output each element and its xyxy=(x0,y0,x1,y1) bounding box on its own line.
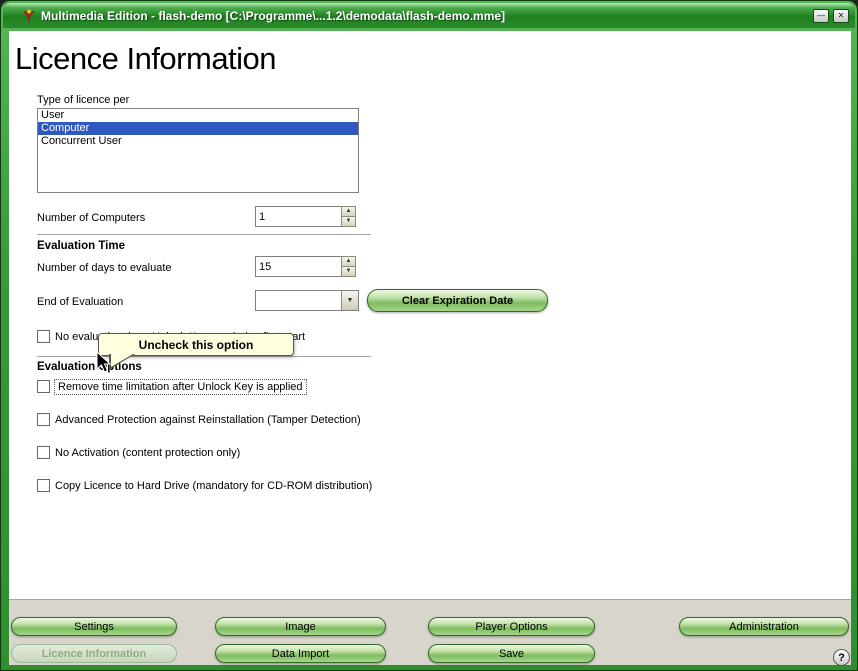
remove-time-limitation-row: Remove time limitation after Unlock Key … xyxy=(37,379,306,394)
copy-licence-label: Copy Licence to Hard Drive (mandatory fo… xyxy=(55,480,372,492)
tooltip-text: Uncheck this option xyxy=(139,338,254,352)
save-button[interactable]: Save xyxy=(428,644,595,663)
computers-spinner: ▲ ▼ xyxy=(341,206,356,227)
licence-type-listbox[interactable]: User Computer Concurrent User xyxy=(37,108,359,193)
days-spin-down-icon[interactable]: ▼ xyxy=(341,267,356,278)
computers-label: Number of Computers xyxy=(37,212,145,224)
no-activation-row: No Activation (content protection only) xyxy=(37,445,240,460)
section-divider xyxy=(37,356,371,357)
dropdown-arrow-icon[interactable]: ▼ xyxy=(341,291,358,310)
licence-type-option-concurrent-user[interactable]: Concurrent User xyxy=(38,135,358,148)
remove-time-limitation-label: Remove time limitation after Unlock Key … xyxy=(55,380,306,394)
footer-bar: Settings Image Player Options Administra… xyxy=(9,599,851,665)
computers-spin-up-icon[interactable]: ▲ xyxy=(341,206,356,217)
mouse-cursor-icon xyxy=(95,351,114,375)
app-window: Multimedia Edition - flash-demo [C:\Prog… xyxy=(0,0,858,671)
days-spin-up-icon[interactable]: ▲ xyxy=(341,256,356,267)
window-controls: — ✕ xyxy=(809,9,849,23)
app-icon xyxy=(21,8,37,24)
no-activation-label: No Activation (content protection only) xyxy=(55,447,240,459)
advanced-protection-row: Advanced Protection against Reinstallati… xyxy=(37,412,361,427)
settings-button[interactable]: Settings xyxy=(11,617,177,636)
end-of-evaluation-label: End of Evaluation xyxy=(37,296,123,308)
player-options-button[interactable]: Player Options xyxy=(428,617,595,636)
window-title: Multimedia Edition - flash-demo [C:\Prog… xyxy=(41,9,505,23)
days-input-group: ▲ ▼ xyxy=(255,256,356,277)
licence-information-button[interactable]: Licence Information xyxy=(11,644,177,663)
close-button[interactable]: ✕ xyxy=(833,9,849,23)
evaluation-time-header: Evaluation Time xyxy=(37,240,125,252)
administration-button[interactable]: Administration xyxy=(679,617,849,636)
minimize-button[interactable]: — xyxy=(813,9,829,23)
computers-input[interactable] xyxy=(255,206,341,227)
copy-licence-row: Copy Licence to Hard Drive (mandatory fo… xyxy=(37,478,372,493)
licence-type-label: Type of licence per xyxy=(37,94,129,106)
tooltip: Uncheck this option xyxy=(98,333,294,356)
clear-expiration-date-button[interactable]: Clear Expiration Date xyxy=(367,289,548,312)
computers-spin-down-icon[interactable]: ▼ xyxy=(341,217,356,228)
remove-time-limitation-checkbox[interactable] xyxy=(37,380,50,393)
days-spinner: ▲ ▼ xyxy=(341,256,356,277)
days-to-evaluate-input[interactable] xyxy=(255,256,341,277)
section-divider xyxy=(37,234,371,235)
computers-input-group: ▲ ▼ xyxy=(255,206,356,227)
help-icon[interactable]: ? xyxy=(833,649,850,666)
end-of-evaluation-combobox[interactable]: ▼ xyxy=(255,290,359,311)
advanced-protection-label: Advanced Protection against Reinstallati… xyxy=(55,414,361,426)
licence-type-option-user[interactable]: User xyxy=(38,109,358,122)
days-to-evaluate-label: Number of days to evaluate xyxy=(37,262,172,274)
titlebar: Multimedia Edition - flash-demo [C:\Prog… xyxy=(3,3,855,28)
no-activation-checkbox[interactable] xyxy=(37,446,50,459)
page-title: Licence Information xyxy=(15,41,276,77)
licence-type-option-computer[interactable]: Computer xyxy=(38,122,358,135)
advanced-protection-checkbox[interactable] xyxy=(37,413,50,426)
no-evaluation-checkbox[interactable] xyxy=(37,330,50,343)
main-panel: Licence Information Type of licence per … xyxy=(9,31,851,599)
copy-licence-checkbox[interactable] xyxy=(37,479,50,492)
image-button[interactable]: Image xyxy=(215,617,386,636)
data-import-button[interactable]: Data Import xyxy=(215,644,386,663)
